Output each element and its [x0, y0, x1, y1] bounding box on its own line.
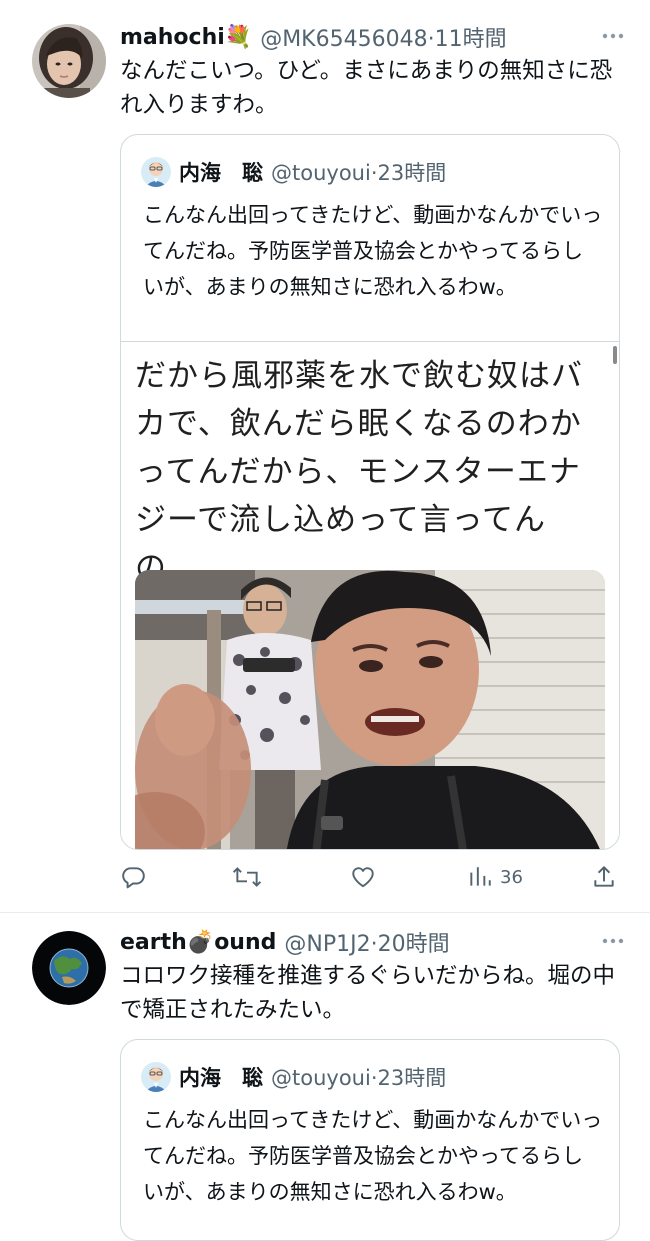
- tweet[interactable]: earth💣ound @NP1J2·20時間 コロワク接種を推進するぐらいだから…: [0, 913, 650, 1241]
- quote-avatar: [141, 157, 171, 187]
- views-icon: [468, 864, 492, 890]
- media-caption: だから風邪薬を水で飲む奴はバカで、飲んだら眠くなるのわかってんだから、モンスター…: [135, 358, 583, 586]
- quote-display-name[interactable]: 内海 聡: [179, 1062, 263, 1092]
- quote-text: こんなん出回ってきたけど、動画かなんかでいってんだね。予防医学普及協会とかやって…: [143, 203, 603, 299]
- tweet[interactable]: mahochi💐 @MK65456048·11時間 なんだこいつ。ひど。まさにあ…: [0, 0, 650, 912]
- tweet-meta: @MK65456048·11時間: [260, 21, 506, 53]
- quote-timestamp[interactable]: 23時間: [378, 1066, 447, 1090]
- quote-handle[interactable]: @touyoui: [271, 1066, 371, 1090]
- retweet-button[interactable]: [232, 860, 262, 894]
- more-icon[interactable]: [600, 26, 626, 46]
- reply-button[interactable]: [120, 860, 146, 894]
- quote-text: こんなん出回ってきたけど、動画かなんかでいってんだね。予防医学普及協会とかやって…: [143, 1108, 603, 1204]
- media-photo[interactable]: [135, 570, 605, 849]
- quote-meta: @touyoui·23時間: [271, 157, 446, 187]
- handle[interactable]: @NP1J2: [284, 932, 370, 957]
- heart-icon: [350, 864, 376, 890]
- views-button[interactable]: 36: [468, 860, 523, 894]
- quote-meta: @touyoui·23時間: [271, 1062, 446, 1092]
- quote-header: 内海 聡 @touyoui·23時間: [141, 1060, 446, 1094]
- tweet-meta: @NP1J2·20時間: [284, 926, 449, 958]
- quote-header: 内海 聡 @touyoui·23時間: [141, 155, 446, 189]
- meta-separator: ·: [370, 161, 378, 185]
- share-button[interactable]: [592, 860, 616, 894]
- like-button[interactable]: [350, 860, 376, 894]
- handle[interactable]: @MK65456048: [260, 27, 427, 52]
- quote-tweet[interactable]: 内海 聡 @touyoui·23時間 こんなん出回ってきたけど、動画かなんかでい…: [120, 134, 620, 850]
- action-bar: 36: [120, 860, 620, 894]
- meta-separator: ·: [370, 1066, 378, 1090]
- views-count: 36: [500, 866, 523, 888]
- quote-media[interactable]: だから風邪薬を水で飲む奴はバカで、飲んだら眠くなるのわかってんだから、モンスター…: [121, 341, 619, 849]
- share-icon: [592, 864, 616, 890]
- tweet-text: コロワク接種を推進するぐらいだからね。堀の中で矯正されたみたい。: [120, 963, 616, 1023]
- quote-avatar: [141, 1062, 171, 1092]
- meta-separator: ·: [370, 932, 378, 957]
- timestamp[interactable]: 20時間: [378, 932, 450, 957]
- quote-tweet[interactable]: 内海 聡 @touyoui·23時間 こんなん出回ってきたけど、動画かなんかでい…: [120, 1039, 620, 1241]
- retweet-icon: [232, 864, 262, 890]
- display-name[interactable]: earth💣ound: [120, 930, 276, 955]
- timestamp[interactable]: 11時間: [435, 27, 507, 52]
- tweet-text: なんだこいつ。ひど。まさにあまりの無知さに恐れ入りますわ。: [120, 58, 613, 118]
- more-icon[interactable]: [600, 931, 626, 951]
- avatar[interactable]: [32, 24, 106, 98]
- quote-handle[interactable]: @touyoui: [271, 161, 371, 185]
- quote-timestamp[interactable]: 23時間: [378, 161, 447, 185]
- avatar[interactable]: [32, 931, 106, 1005]
- tweet-header: earth💣ound @NP1J2·20時間: [120, 925, 450, 959]
- media-scrollbar: [613, 346, 617, 364]
- display-name[interactable]: mahochi💐: [120, 25, 252, 50]
- reply-icon: [120, 864, 146, 890]
- meta-separator: ·: [427, 27, 435, 52]
- quote-display-name[interactable]: 内海 聡: [179, 157, 263, 187]
- tweet-header: mahochi💐 @MK65456048·11時間: [120, 20, 507, 54]
